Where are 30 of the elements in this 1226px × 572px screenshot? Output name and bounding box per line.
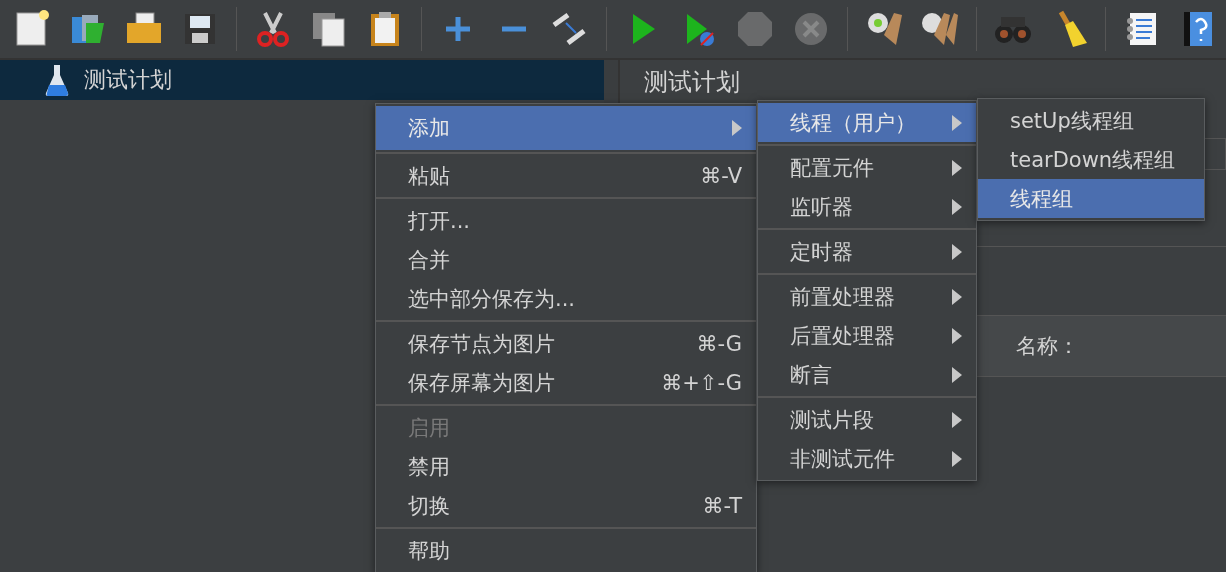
shortcut-label: ⌘-V — [700, 163, 742, 188]
menu-item[interactable]: 添加 — [376, 106, 756, 150]
menu-item[interactable]: 线程组 — [978, 179, 1204, 218]
menu-item[interactable]: 打开... — [376, 201, 756, 240]
menu-item[interactable]: 后置处理器 — [758, 316, 976, 355]
shortcut-label: ⌘-G — [696, 331, 742, 356]
menu-item[interactable]: 线程（用户） — [758, 103, 976, 142]
name-label: 名称： — [1016, 333, 1079, 360]
flask-icon — [44, 63, 70, 97]
menu-item[interactable]: 合并 — [376, 240, 756, 279]
menu-item[interactable]: 监听器 — [758, 187, 976, 226]
menu-item[interactable]: setUp线程组 — [978, 101, 1204, 140]
menu-item[interactable]: tearDown线程组 — [978, 140, 1204, 179]
menu-item[interactable]: 测试片段 — [758, 400, 976, 439]
menu-item[interactable]: 定时器 — [758, 232, 976, 271]
tree-item[interactable]: 测试计划 — [0, 60, 604, 100]
menu-item[interactable]: 帮助 — [376, 531, 756, 570]
shortcut-label: ⌘+⇧-G — [661, 370, 742, 395]
menu-item[interactable]: 保存节点为图片 ⌘-G — [376, 324, 756, 363]
menu-item[interactable]: 前置处理器 — [758, 277, 976, 316]
menu-item[interactable]: 非测试元件 — [758, 439, 976, 478]
menu-item[interactable]: 切换 ⌘-T — [376, 486, 756, 525]
panel-title: 测试计划 — [644, 68, 740, 96]
menu-item[interactable]: 选中部分保存为... — [376, 279, 756, 318]
menu-item[interactable]: 配置元件 — [758, 148, 976, 187]
menu-item[interactable]: 断言 — [758, 355, 976, 394]
menu-item[interactable]: 保存屏幕为图片 ⌘+⇧-G — [376, 363, 756, 402]
menu-item[interactable]: 禁用 — [376, 447, 756, 486]
menu-item[interactable]: 粘贴 ⌘-V — [376, 156, 756, 195]
shortcut-label: ⌘-T — [702, 493, 742, 518]
